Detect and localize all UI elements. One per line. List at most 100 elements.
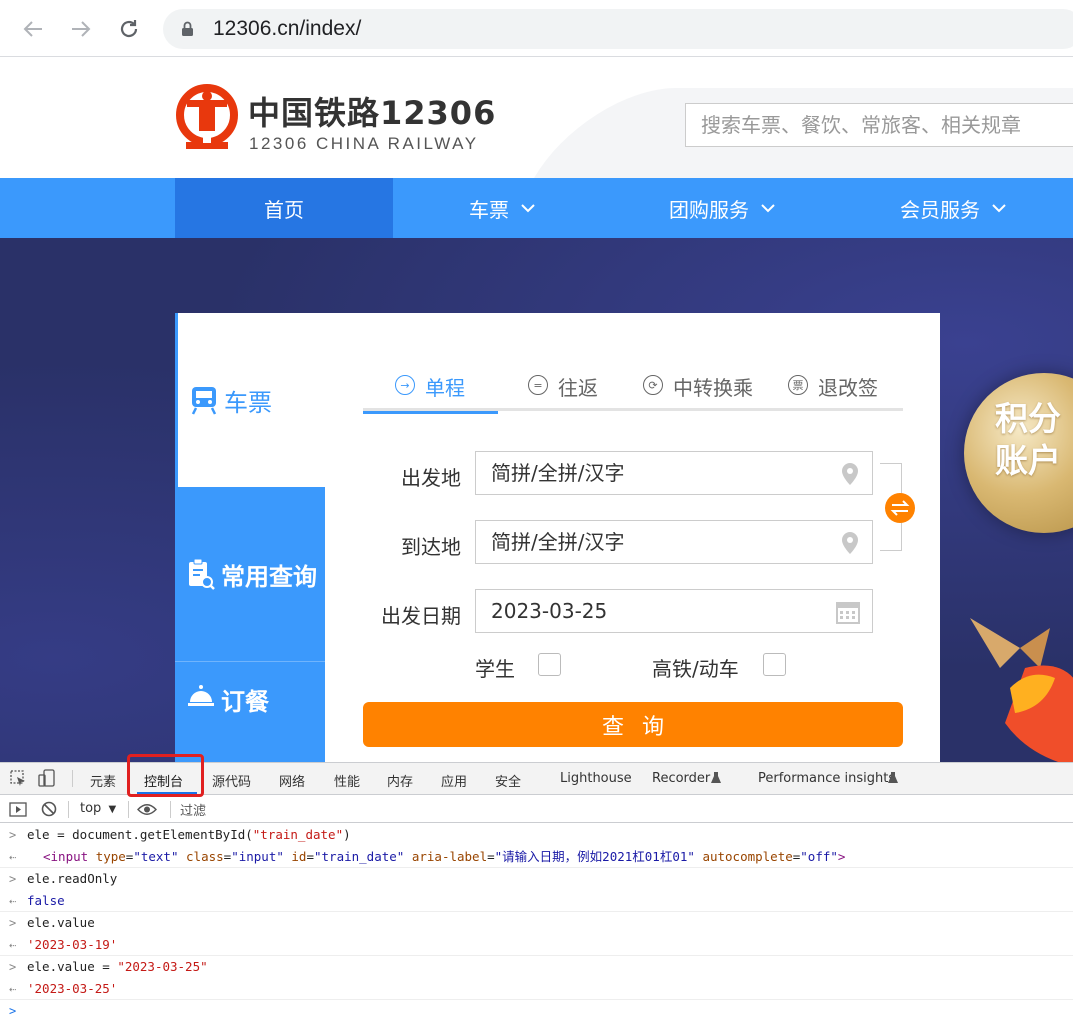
from-label: 出发地 xyxy=(401,466,461,490)
devtools-tab-elements[interactable]: 元素 xyxy=(90,771,116,790)
nav-home[interactable]: 首页 xyxy=(175,178,393,238)
devtools-tab-network[interactable]: 网络 xyxy=(279,771,305,790)
highspeed-label: 高铁/动车 xyxy=(652,657,739,681)
flask-icon xyxy=(711,772,721,783)
site-search-box[interactable] xyxy=(685,103,1073,147)
tab-refund-change[interactable]: 票 退改签 xyxy=(788,363,878,411)
from-station-field[interactable] xyxy=(475,451,873,495)
to-station-field[interactable] xyxy=(475,520,873,564)
location-pin-icon xyxy=(842,532,858,554)
tab-round-trip[interactable]: = 往返 xyxy=(528,363,598,411)
tab-round-trip-label: 往返 xyxy=(558,376,598,400)
railway-logo-icon[interactable] xyxy=(174,82,240,162)
devtools-tab-performance[interactable]: 性能 xyxy=(334,771,360,790)
result-arrow-icon: ⇠ xyxy=(9,850,17,864)
reload-icon[interactable] xyxy=(114,14,144,44)
console-result-line[interactable]: ⇠ <input type="text" class="input" id="t… xyxy=(0,846,1073,868)
url-text: 12306.cn/index/ xyxy=(213,17,362,40)
ticket-booking-card: 车票 常用查询 订餐 → 单程 = 往返 ⟳ 中转换乘 票 退改签 出发地 简拼… xyxy=(175,313,940,762)
devtools-tab-performance-insights[interactable]: Performance insights xyxy=(758,771,895,786)
departure-date-input[interactable] xyxy=(476,590,806,632)
tab-transfer[interactable]: ⟳ 中转换乘 xyxy=(643,363,753,411)
forward-icon[interactable] xyxy=(66,14,96,44)
flask-icon xyxy=(888,772,898,783)
console-input-line: > ele = document.getElementById("train_d… xyxy=(0,824,1073,846)
round-trip-icon: = xyxy=(528,375,548,395)
points-badge-line2: 账户 xyxy=(995,441,1061,480)
transfer-icon: ⟳ xyxy=(643,375,663,395)
devtools-tab-security[interactable]: 安全 xyxy=(495,771,521,790)
browser-toolbar: 12306.cn/index/ xyxy=(0,0,1073,57)
input-prompt-icon: > xyxy=(9,828,17,842)
clear-console-icon[interactable] xyxy=(41,801,57,817)
tab-one-way-label: 单程 xyxy=(425,376,465,400)
console-input-line: > ele.readOnly xyxy=(0,868,1073,890)
side-tab-tickets[interactable]: 车票 xyxy=(175,313,325,487)
side-tab-tickets-label: 车票 xyxy=(224,388,272,417)
side-tab-meal-order[interactable]: 订餐 xyxy=(175,661,325,762)
tab-one-way[interactable]: → 单程 xyxy=(363,363,498,414)
arrow-right-circle-icon: → xyxy=(395,375,415,395)
meal-cloche-icon xyxy=(188,685,214,706)
inspect-element-icon[interactable] xyxy=(10,770,27,787)
input-prompt-icon: > xyxy=(9,916,17,930)
tab-refund-label: 退改签 xyxy=(818,376,878,400)
device-toolbar-icon[interactable] xyxy=(38,769,56,787)
highspeed-checkbox[interactable] xyxy=(763,653,786,676)
gift-decoration-icon xyxy=(970,618,1073,762)
context-selector[interactable]: top ▼ xyxy=(80,801,116,816)
input-prompt-icon: > xyxy=(9,872,17,886)
input-prompt-icon: > xyxy=(9,960,17,974)
main-nav: 首页 车票 团购服务 会员服务 xyxy=(0,178,1073,238)
devtools-panel: 元素 控制台 源代码 网络 性能 内存 应用 安全 Lighthouse Rec… xyxy=(0,762,1073,1030)
query-button[interactable]: 查询 xyxy=(363,702,903,747)
result-arrow-icon: ⇠ xyxy=(9,894,17,908)
side-tab-common-label: 常用查询 xyxy=(221,562,317,591)
console-result-line: ⇠ '2023-03-19' xyxy=(0,934,1073,956)
student-checkbox[interactable] xyxy=(538,653,561,676)
location-pin-icon xyxy=(842,463,858,485)
console-toolbar: top ▼ 过滤 xyxy=(0,796,1073,823)
console-prompt[interactable]: > xyxy=(0,1000,1073,1022)
swap-stations-button[interactable] xyxy=(885,493,915,523)
nav-member-service[interactable]: 会员服务 xyxy=(833,178,1073,238)
chevron-down-icon xyxy=(992,203,1006,212)
context-selector-value: top xyxy=(80,801,102,816)
points-badge-line1: 积分 xyxy=(995,399,1061,438)
highlight-annotation-box xyxy=(127,754,204,797)
calendar-icon[interactable] xyxy=(836,600,860,624)
student-label: 学生 xyxy=(475,657,515,681)
back-icon[interactable] xyxy=(18,14,48,44)
console-input-line: > ele.value = "2023-03-25" xyxy=(0,956,1073,978)
devtools-tab-recorder[interactable]: Recorder xyxy=(652,771,710,786)
console-output: > ele = document.getElementById("train_d… xyxy=(0,824,1073,1022)
departure-date-field[interactable] xyxy=(475,589,873,633)
devtools-tab-application[interactable]: 应用 xyxy=(441,771,467,790)
devtools-tab-lighthouse[interactable]: Lighthouse xyxy=(560,771,632,786)
console-result-line: ⇠ false xyxy=(0,890,1073,912)
console-result-line: ⇠ '2023-03-25' xyxy=(0,978,1073,1000)
address-bar[interactable]: 12306.cn/index/ xyxy=(163,9,1073,49)
site-header: 中国铁路12306 12306 CHINA RAILWAY xyxy=(0,58,1073,178)
devtools-tab-sources[interactable]: 源代码 xyxy=(212,771,251,790)
nav-tickets[interactable]: 车票 xyxy=(393,178,611,238)
to-station-input[interactable] xyxy=(476,521,806,563)
eye-icon[interactable] xyxy=(137,803,157,816)
chevron-down-icon xyxy=(761,203,775,212)
from-station-input[interactable] xyxy=(476,452,806,494)
tab-transfer-label: 中转换乘 xyxy=(673,376,753,400)
devtools-tab-memory[interactable]: 内存 xyxy=(387,771,413,790)
side-tab-common-queries[interactable]: 常用查询 xyxy=(175,487,325,661)
dropdown-triangle-icon: ▼ xyxy=(108,804,117,815)
lock-icon xyxy=(181,21,194,41)
sidebar-toggle-icon[interactable] xyxy=(9,802,27,817)
clipboard-search-icon xyxy=(189,558,215,590)
date-label: 出发日期 xyxy=(381,604,461,628)
trip-type-tabs: → 单程 = 往返 ⟳ 中转换乘 票 退改签 xyxy=(363,363,903,414)
nav-group-service[interactable]: 团购服务 xyxy=(611,178,833,238)
site-search-input[interactable] xyxy=(686,104,1073,146)
to-label: 到达地 xyxy=(401,535,461,559)
console-filter-input[interactable]: 过滤 xyxy=(180,800,206,819)
logo-title: 中国铁路12306 xyxy=(248,94,497,132)
side-tab-meal-label: 订餐 xyxy=(221,688,269,716)
